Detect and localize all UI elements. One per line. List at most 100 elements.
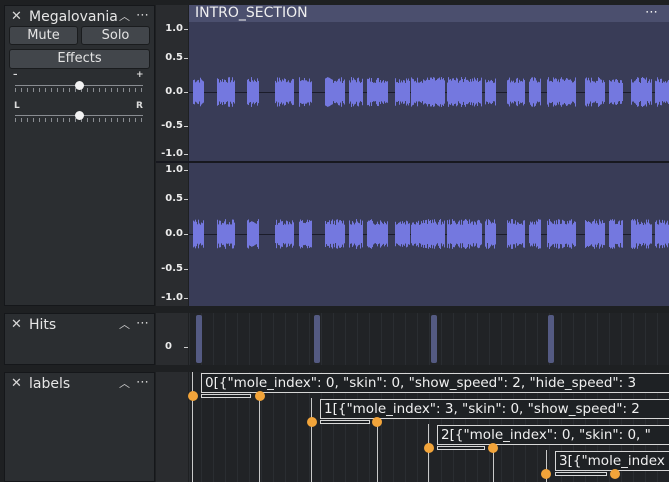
waveform-sample bbox=[643, 77, 644, 107]
waveform-sample bbox=[664, 220, 665, 248]
waveform-sample bbox=[444, 80, 445, 104]
label-text[interactable]: 1[{"mole_index": 3, "skin": 0, "show_spe… bbox=[320, 399, 669, 419]
clip-header[interactable]: INTRO_SECTION ⋯ bbox=[189, 5, 669, 22]
waveform-sample bbox=[646, 77, 647, 107]
label-end-handle[interactable] bbox=[488, 443, 498, 453]
waveform-sample bbox=[571, 219, 572, 249]
label-text[interactable]: 3[{"mole_index bbox=[555, 451, 669, 471]
label-range-bar[interactable] bbox=[437, 446, 485, 450]
label-range-bar[interactable] bbox=[555, 472, 607, 476]
waveform-sample bbox=[397, 224, 398, 244]
waveform-sample bbox=[376, 79, 377, 105]
solo-button[interactable]: Solo bbox=[81, 26, 150, 45]
waveform-sample bbox=[512, 219, 513, 249]
hit-marker[interactable] bbox=[314, 315, 320, 363]
label-start-handle[interactable] bbox=[307, 417, 317, 427]
waveform-sample bbox=[412, 78, 413, 106]
waveform-sample bbox=[356, 219, 357, 249]
close-track-icon[interactable]: ✕ bbox=[11, 318, 22, 331]
close-track-icon[interactable]: ✕ bbox=[11, 377, 22, 390]
waveform-sample bbox=[380, 80, 381, 104]
waveform-sample bbox=[351, 224, 352, 244]
waveform-sample bbox=[647, 82, 648, 102]
label-end-handle[interactable] bbox=[372, 417, 382, 427]
waveform-sample bbox=[435, 80, 436, 104]
waveform-sample bbox=[559, 219, 560, 249]
waveform-sample bbox=[464, 220, 465, 248]
waveform-sample bbox=[372, 81, 373, 103]
pan-slider-knob[interactable] bbox=[74, 111, 84, 120]
mute-button[interactable]: Mute bbox=[9, 26, 78, 45]
label-start-handle[interactable] bbox=[188, 391, 198, 401]
waveform-sample bbox=[405, 224, 406, 244]
waveform-sample bbox=[288, 224, 289, 244]
gain-slider-knob[interactable] bbox=[74, 81, 84, 90]
hit-marker[interactable] bbox=[431, 315, 437, 363]
track-name[interactable]: Megalovania bbox=[29, 9, 118, 25]
clip-menu-icon[interactable]: ⋯ bbox=[645, 6, 659, 19]
label-range-bar[interactable] bbox=[320, 420, 370, 424]
waveform-sample bbox=[367, 221, 368, 247]
collapse-chevron-icon[interactable]: ︿ bbox=[119, 378, 130, 390]
waveform-sample bbox=[223, 82, 224, 102]
waveform-sample bbox=[355, 222, 356, 246]
waveform-sample bbox=[565, 224, 566, 244]
waveform-sample bbox=[370, 81, 371, 103]
waveform-channel-2-shape bbox=[193, 219, 669, 249]
waveform-sample bbox=[457, 223, 458, 245]
track-name[interactable]: Hits bbox=[29, 317, 56, 333]
label-end-handle[interactable] bbox=[610, 469, 620, 479]
waveform-sample bbox=[523, 220, 524, 248]
waveform-sample bbox=[537, 221, 538, 247]
waveform-sample bbox=[371, 219, 372, 249]
waveform-sample bbox=[463, 82, 464, 102]
track-menu-icon[interactable]: ⋯ bbox=[136, 317, 150, 330]
waveform-sample bbox=[540, 78, 541, 106]
waveform-sample bbox=[551, 222, 552, 246]
waveform-sample bbox=[405, 82, 406, 102]
waveform-sample bbox=[258, 80, 259, 104]
waveform-sample bbox=[399, 79, 400, 105]
hits-track-area[interactable] bbox=[189, 313, 669, 365]
hit-marker[interactable] bbox=[548, 315, 554, 363]
waveform-sample bbox=[292, 220, 293, 248]
waveform-sample bbox=[202, 223, 203, 245]
waveform-sample bbox=[462, 224, 463, 244]
track-menu-icon[interactable]: ⋯ bbox=[136, 9, 150, 22]
waveform-sample bbox=[250, 221, 251, 247]
hit-marker[interactable] bbox=[196, 315, 202, 363]
waveform-sample bbox=[353, 77, 354, 107]
track-menu-icon[interactable]: ⋯ bbox=[136, 376, 150, 389]
label-text[interactable]: 0[{"mole_index": 0, "skin": 0, "show_spe… bbox=[201, 373, 669, 393]
label-text[interactable]: 2[{"mole_index": 0, "skin": 0, " bbox=[437, 425, 669, 445]
label-end-handle[interactable] bbox=[255, 391, 265, 401]
label-range-bar[interactable] bbox=[201, 394, 251, 398]
label-start-handle[interactable] bbox=[424, 443, 434, 453]
waveform-sample bbox=[218, 224, 219, 244]
waveform-sample bbox=[254, 222, 255, 246]
waveform-sample bbox=[219, 82, 220, 102]
waveform-sample bbox=[475, 79, 476, 105]
waveform-sample bbox=[596, 220, 597, 248]
waveform-sample bbox=[521, 80, 522, 104]
track-name[interactable]: labels bbox=[29, 376, 70, 392]
gain-max-label: + bbox=[136, 70, 144, 80]
effects-button[interactable]: Effects bbox=[9, 49, 150, 69]
ruler-tick bbox=[184, 269, 188, 270]
waveform-sample bbox=[490, 221, 491, 247]
label-start-handle[interactable] bbox=[541, 469, 551, 479]
waveform-sample bbox=[382, 223, 383, 245]
waveform-sample bbox=[539, 82, 540, 102]
waveform-sample bbox=[404, 80, 405, 104]
waveform-sample bbox=[632, 82, 633, 102]
collapse-chevron-icon[interactable]: ︿ bbox=[119, 11, 130, 23]
waveform-sample bbox=[398, 82, 399, 102]
waveform-sample bbox=[417, 222, 418, 246]
waveform-sample bbox=[536, 80, 537, 104]
waveform-sample bbox=[195, 219, 196, 249]
close-track-icon[interactable]: ✕ bbox=[11, 10, 22, 23]
waveform-sample bbox=[257, 220, 258, 248]
waveform-sample bbox=[378, 223, 379, 245]
collapse-chevron-icon[interactable]: ︿ bbox=[119, 319, 130, 331]
waveform-sample bbox=[224, 221, 225, 247]
